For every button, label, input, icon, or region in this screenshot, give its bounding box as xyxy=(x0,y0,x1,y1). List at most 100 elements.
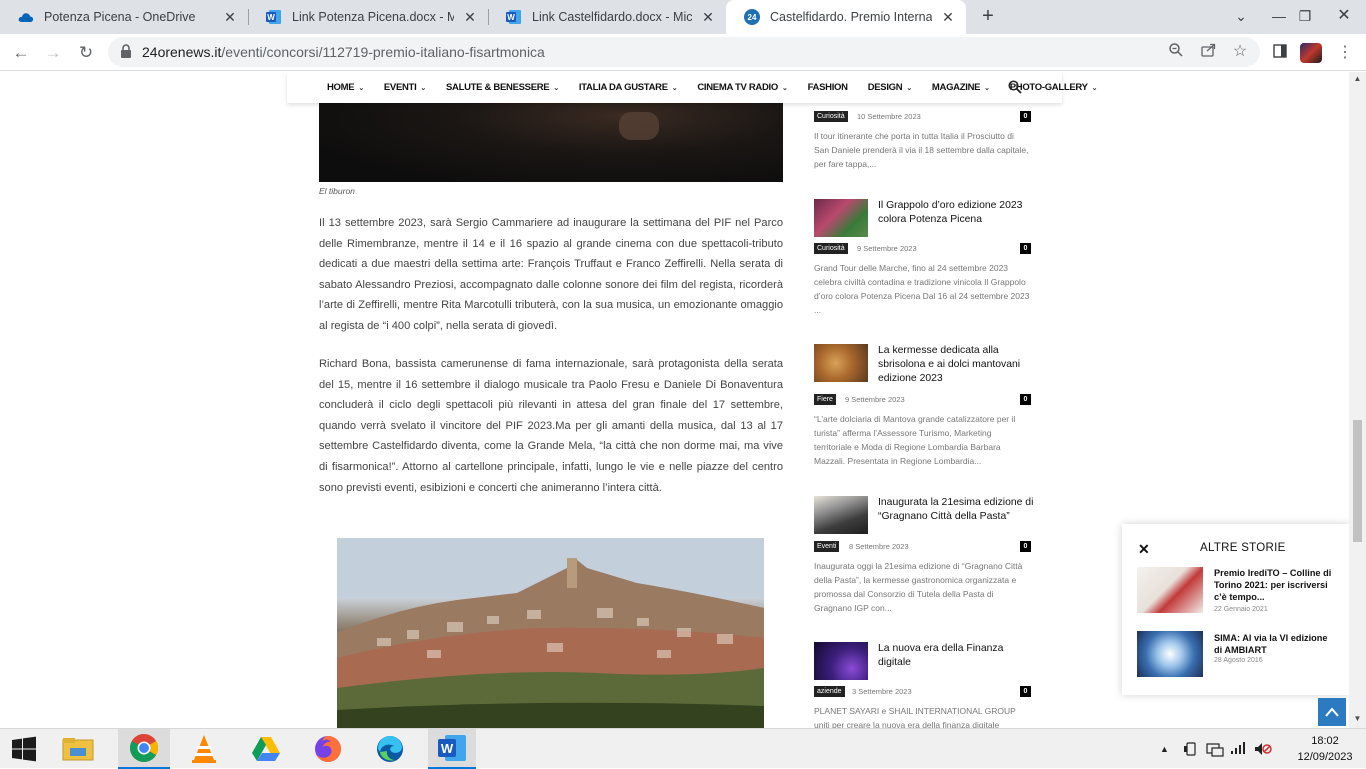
close-tab-icon[interactable]: ✕ xyxy=(222,9,238,25)
article-thumbnail[interactable] xyxy=(814,344,868,382)
vlc-icon[interactable] xyxy=(180,729,228,769)
comment-count-badge[interactable]: 0 xyxy=(1020,686,1031,697)
sidebar-item-meta: aziende 3 Settembre 2023 0 xyxy=(814,686,1031,697)
comment-count-badge[interactable]: 0 xyxy=(1020,243,1031,254)
category-badge[interactable]: aziende xyxy=(814,686,845,697)
clock-time: 18:02 xyxy=(1311,735,1339,747)
post-date: 9 Settembre 2023 xyxy=(845,395,905,404)
file-explorer-icon[interactable] xyxy=(54,729,102,769)
article-title-link[interactable]: La kermesse dedicata alla sbrisolona e a… xyxy=(878,344,1034,386)
edge-icon[interactable] xyxy=(366,729,414,769)
story-title-link[interactable]: Premio IrediTO – Colline di Torino 2021:… xyxy=(1214,567,1338,603)
browser-toolbar: ← → ↻ 24orenews.it/eventi/concorsi/11271… xyxy=(0,34,1366,71)
article-thumbnail[interactable] xyxy=(814,496,868,534)
forward-button[interactable]: → xyxy=(40,40,66,66)
volume-muted-icon[interactable] xyxy=(1254,741,1272,760)
signal-strength-icon[interactable] xyxy=(1230,741,1246,758)
sidebar-article-sbrisolona: La kermesse dedicata alla sbrisolona e a… xyxy=(814,344,1031,469)
close-icon[interactable]: ✕ xyxy=(1138,541,1150,558)
new-tab-button[interactable]: + xyxy=(976,5,1000,29)
svg-text:W: W xyxy=(507,13,515,22)
word-taskbar-icon[interactable]: W xyxy=(428,729,476,769)
article-title-link[interactable]: Inaugurata la 21esima edizione di “Gragn… xyxy=(878,496,1034,524)
comment-count-badge[interactable]: 0 xyxy=(1020,394,1031,405)
profile-avatar[interactable] xyxy=(1300,43,1322,63)
chevron-down-icon: ⌄ xyxy=(420,85,426,92)
tray-overflow-chevron-icon[interactable]: ▲ xyxy=(1160,744,1169,754)
scroll-down-arrow-icon[interactable]: ▼ xyxy=(1353,714,1362,723)
search-icon[interactable] xyxy=(1008,80,1022,94)
post-date: 3 Settembre 2023 xyxy=(852,687,912,696)
nav-label: SALUTE & BENESSERE xyxy=(445,82,550,93)
chrome-menu-icon[interactable]: ⋮ xyxy=(1335,43,1355,63)
nav-label: DESIGN xyxy=(867,82,903,93)
nav-item-home[interactable]: HOME ⌄ xyxy=(327,82,364,93)
nav-item-salute-benessere[interactable]: SALUTE & BENESSERE ⌄ xyxy=(446,82,559,93)
tray-device-icon[interactable] xyxy=(1183,741,1199,760)
sidebar-excerpt: “L’arte dolciaria di Mantova grande cata… xyxy=(814,414,1016,466)
nav-label: EVENTI xyxy=(383,82,417,93)
category-badge[interactable]: Fiere xyxy=(814,394,836,405)
article-title-link[interactable]: La nuova era della Finanza digitale xyxy=(878,642,1034,670)
zoom-icon[interactable] xyxy=(1166,42,1186,62)
article-title-link[interactable]: Il Grappolo d’oro edizione 2023 colora P… xyxy=(878,199,1034,227)
nav-item-italia-da-gustare[interactable]: ITALIA DA GUSTARE ⌄ xyxy=(579,82,678,93)
page-scrollbar[interactable]: ▲ ▼ xyxy=(1349,72,1366,728)
close-window-button[interactable]: ✕ xyxy=(1326,0,1362,34)
tab-link-potenza-picena[interactable]: W Link Potenza Picena.docx - Micro ✕ xyxy=(248,0,488,34)
firefox-icon[interactable] xyxy=(304,729,352,769)
tab-castelfidardo-premio[interactable]: 24 Castelfidardo. Premio Internazion ✕ xyxy=(726,0,966,34)
story-thumbnail[interactable] xyxy=(1137,567,1203,613)
comment-count-badge[interactable]: 0 xyxy=(1020,111,1031,122)
share-icon[interactable] xyxy=(1198,42,1218,62)
windows-start-button[interactable] xyxy=(0,729,48,769)
side-panel-icon[interactable] xyxy=(1270,43,1290,63)
sidebar-article-grappolo: Il Grappolo d’oro edizione 2023 colora P… xyxy=(814,199,1031,319)
nav-item-eventi[interactable]: EVENTI ⌄ xyxy=(384,82,426,93)
tray-network-device-icon[interactable] xyxy=(1206,741,1224,760)
taskbar-clock[interactable]: 18:02 12/09/2023 xyxy=(1294,733,1356,765)
url-text: 24orenews.it/eventi/concorsi/112719-prem… xyxy=(142,44,545,60)
category-badge[interactable]: Eventi xyxy=(814,541,840,552)
close-tab-icon[interactable]: ✕ xyxy=(700,9,716,25)
bookmark-star-icon[interactable]: ☆ xyxy=(1230,42,1250,62)
close-tab-icon[interactable]: ✕ xyxy=(940,9,956,25)
story-title-link[interactable]: SIMA: Al via la VI edizione di AMBIART xyxy=(1214,632,1338,656)
tab-title: Link Potenza Picena.docx - Micro xyxy=(292,10,454,24)
scroll-up-arrow-icon[interactable]: ▲ xyxy=(1353,74,1362,83)
sidebar-article-gragnano: Inaugurata la 21esima edizione di “Gragn… xyxy=(814,496,1034,616)
altre-storie-header: ALTRE STORIE xyxy=(1200,542,1286,554)
address-bar[interactable]: 24orenews.it/eventi/concorsi/112719-prem… xyxy=(108,37,1260,67)
google-drive-icon[interactable] xyxy=(242,729,290,769)
chevron-down-icon: ⌄ xyxy=(671,85,678,92)
windows-taskbar: W ▲ 18:02 12/09/2023 xyxy=(0,728,1366,769)
article-thumbnail[interactable] xyxy=(814,642,868,680)
nav-item-photo-gallery[interactable]: PHOTO-GALLERY ⌄ xyxy=(1010,82,1098,93)
nav-item-fashion[interactable]: FASHION xyxy=(808,82,848,93)
tab-link-castelfidardo[interactable]: W Link Castelfidardo.docx - Microso ✕ xyxy=(488,0,726,34)
category-badge[interactable]: Curiosità xyxy=(814,243,848,254)
close-tab-icon[interactable]: ✕ xyxy=(462,9,478,25)
nav-item-magazine[interactable]: MAGAZINE ⌄ xyxy=(932,82,990,93)
back-button[interactable]: ← xyxy=(8,40,34,66)
category-badge[interactable]: Curiosità xyxy=(814,111,848,122)
nav-item-cinema-tv-radio[interactable]: CINEMA TV RADIO ⌄ xyxy=(697,82,788,93)
article-thumbnail[interactable] xyxy=(814,199,868,237)
chrome-taskbar-icon[interactable] xyxy=(118,729,170,769)
sidebar-item-meta: Eventi 8 Settembre 2023 0 xyxy=(814,541,1031,552)
sidebar-item-meta: Curiosità 9 Settembre 2023 0 xyxy=(814,243,1031,254)
sidebar-item-meta: Curiosità 10 Settembre 2023 0 xyxy=(814,111,1031,122)
story-thumbnail[interactable] xyxy=(1137,631,1203,677)
tab-onedrive[interactable]: Potenza Picena - OneDrive ✕ xyxy=(0,0,248,34)
reload-button[interactable]: ↻ xyxy=(73,40,99,66)
scrollbar-thumb[interactable] xyxy=(1353,420,1362,542)
restore-button[interactable]: ❐ xyxy=(1290,0,1320,34)
nav-label: MAGAZINE xyxy=(931,82,981,93)
sidebar-excerpt: Grand Tour delle Marche, fino al 24 sett… xyxy=(814,263,1030,315)
sidebar-excerpt: Il tour itinerante che porta in tutta It… xyxy=(814,131,1029,169)
castelfidardo-town-image xyxy=(337,538,764,728)
nav-item-design[interactable]: DESIGN ⌄ xyxy=(868,82,912,93)
tab-search-icon[interactable]: ⌄ xyxy=(1226,0,1256,34)
back-to-top-button[interactable] xyxy=(1318,698,1346,726)
comment-count-badge[interactable]: 0 xyxy=(1020,541,1031,552)
